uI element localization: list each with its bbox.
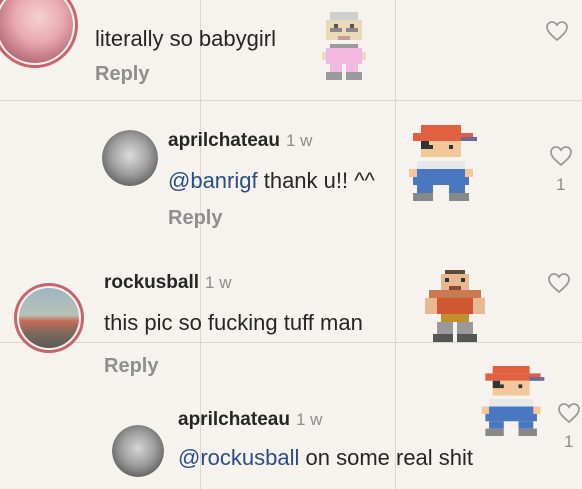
grid-line — [0, 100, 582, 101]
comment-text: literally so babygirl — [95, 26, 276, 51]
pixel-character-muscle-icon — [425, 270, 485, 342]
mention-link[interactable]: @banrigf — [168, 168, 258, 193]
pixel-character-pink-icon — [322, 12, 366, 80]
mention-link[interactable]: @rockusball — [178, 445, 299, 470]
heart-outline-icon[interactable] — [557, 402, 581, 424]
comment-username[interactable]: aprilchateau 1 w — [178, 409, 322, 431]
reply-button[interactable]: Reply — [104, 355, 158, 378]
pixel-character-red-cap-2-icon — [481, 366, 545, 436]
heart-outline-icon[interactable] — [545, 20, 569, 42]
reply-button[interactable]: Reply — [168, 207, 222, 230]
comment-timestamp: 1 w — [295, 410, 323, 429]
grid-line — [395, 0, 396, 489]
like-count: 1 — [564, 432, 574, 451]
reply-button[interactable]: Reply — [95, 63, 149, 86]
username-text[interactable]: rockusball — [104, 272, 199, 293]
avatar[interactable] — [112, 425, 164, 477]
comment-username[interactable]: aprilchateau 1 w — [168, 130, 312, 152]
comment-text: @rockusball on some real shit — [178, 445, 473, 471]
pixel-character-red-cap-icon — [409, 125, 477, 201]
heart-outline-icon[interactable] — [549, 145, 573, 167]
avatar[interactable] — [14, 283, 84, 353]
avatar[interactable] — [102, 130, 158, 186]
comment-timestamp: 1 w — [285, 131, 313, 150]
comment-text: @banrigf thank u!! ^^ — [168, 168, 375, 194]
heart-outline-icon[interactable] — [547, 272, 571, 294]
comment-body: on some real shit — [299, 445, 474, 470]
grid-line — [0, 342, 582, 343]
avatar[interactable] — [0, 0, 78, 68]
comment-body: thank u!! ^^ — [257, 168, 375, 193]
comment-username[interactable]: rockusball 1 w — [104, 272, 232, 294]
comment-text: this pic so fucking tuff man — [104, 310, 363, 335]
username-text[interactable]: aprilchateau — [178, 409, 290, 430]
username-text[interactable]: aprilchateau — [168, 130, 280, 151]
comment-timestamp: 1 w — [205, 273, 232, 292]
like-count: 1 — [556, 175, 566, 194]
